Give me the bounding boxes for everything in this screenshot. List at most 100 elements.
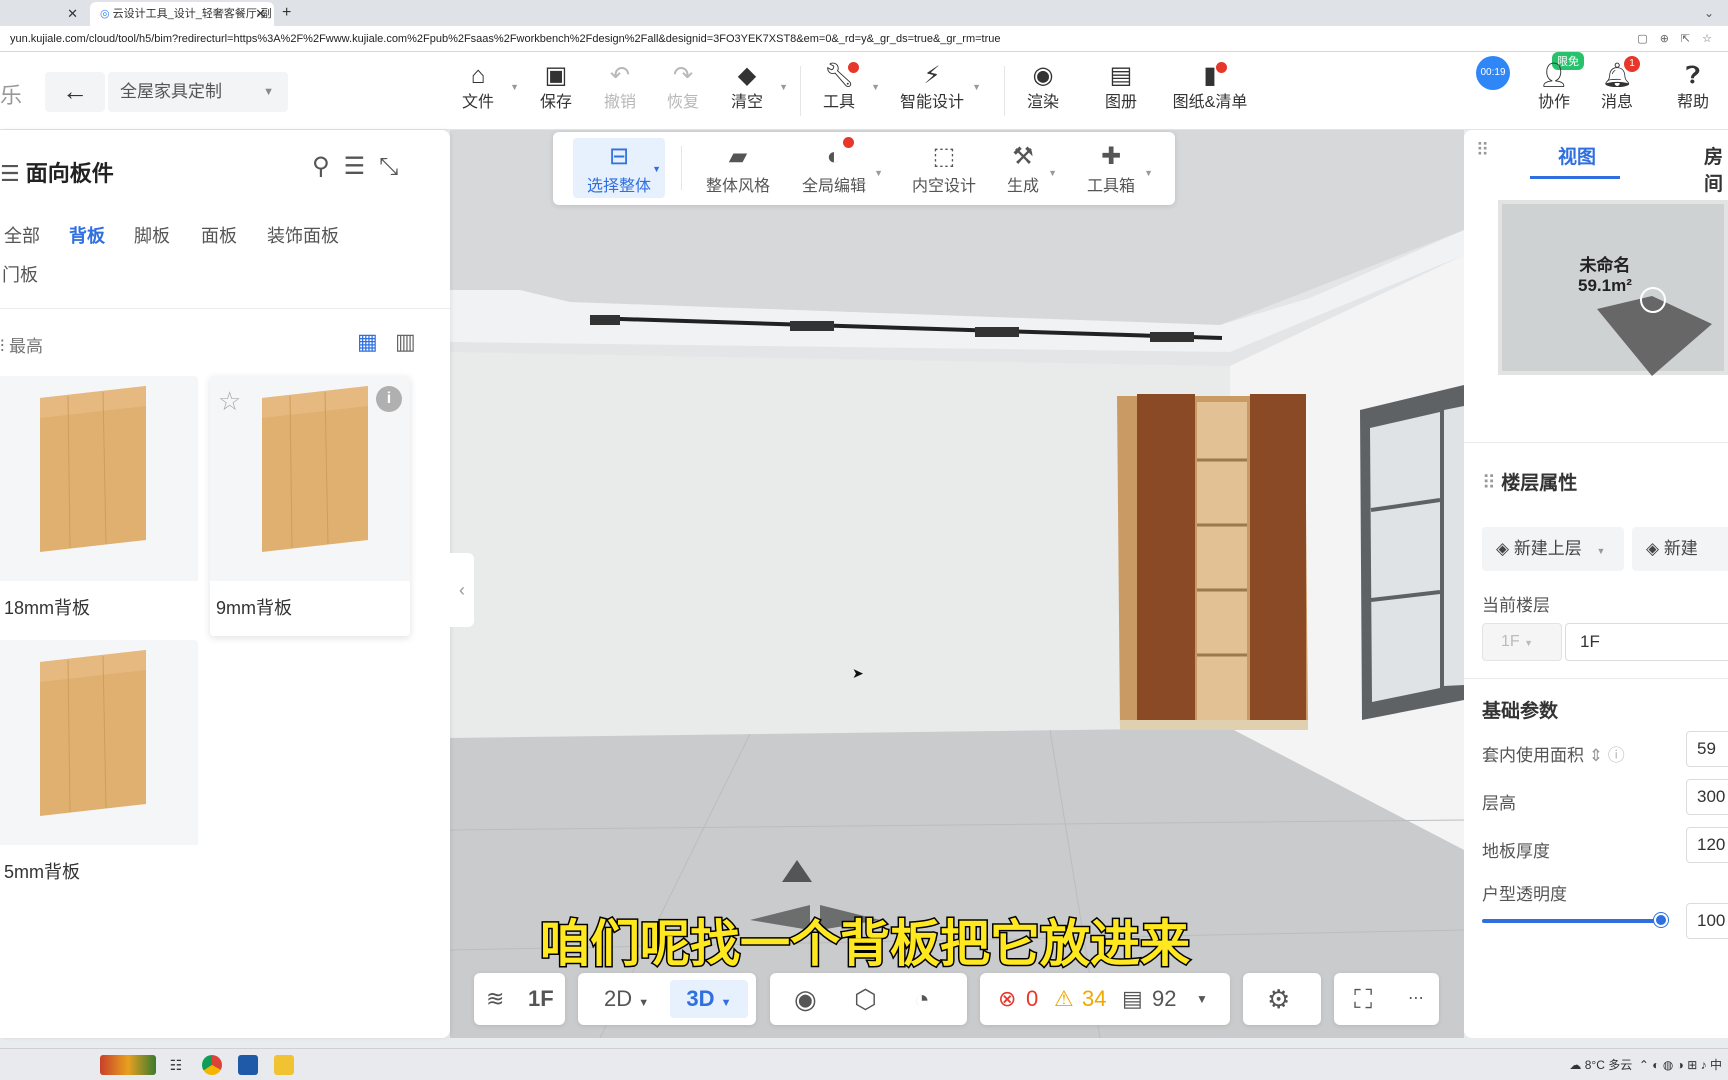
current-floor-label: 当前楼层: [1482, 596, 1550, 615]
browser-tab-2[interactable]: ◎ 云设计工具_设计_轻奢客餐厅-副 ✕: [90, 2, 274, 26]
address-bar[interactable]: yun.kujiale.com/cloud/tool/h5/bim?redire…: [0, 26, 1728, 52]
category-door-panel[interactable]: 门板: [2, 261, 38, 287]
tool-smart-design[interactable]: ⚡︎ 智能设计 ▼: [897, 60, 981, 124]
more-icon[interactable]: ⋯: [1408, 973, 1424, 1025]
tool-collaborate[interactable]: 👤︎ 协作: [1519, 60, 1589, 124]
tool-tools[interactable]: 🔧︎ 工具 ▼: [804, 60, 880, 124]
product-card[interactable]: ☆ i 9mm背板: [210, 376, 410, 636]
category-decor-panel[interactable]: 装饰面板: [267, 222, 339, 248]
category-foot-board[interactable]: 脚板: [134, 222, 170, 248]
close-icon[interactable]: ✕: [255, 2, 266, 26]
transparency-input[interactable]: 100: [1686, 903, 1728, 939]
tool-help[interactable]: ❓︎ 帮助: [1658, 60, 1728, 124]
caret-down-icon: ▼: [638, 997, 650, 1009]
chrome-icon[interactable]: [202, 1055, 222, 1075]
url-text[interactable]: yun.kujiale.com/cloud/tool/h5/bim?redire…: [10, 26, 1001, 52]
drag-handle-icon[interactable]: ⠿: [1476, 140, 1489, 161]
new-lower-floor-button[interactable]: ◈ 新建: [1632, 527, 1728, 571]
floor-select[interactable]: 1F ▼: [1482, 623, 1562, 661]
zoom-icon[interactable]: ⊕: [1660, 33, 1681, 45]
new-upper-floor-button[interactable]: ◈ 新建上层 ▼: [1482, 527, 1624, 571]
tool-messages[interactable]: 🔔︎ 消息: [1582, 60, 1652, 124]
category-face-panel[interactable]: 面板: [201, 222, 237, 248]
camera-indicator: [1597, 287, 1712, 376]
mode-3d-button[interactable]: 3D ▼: [670, 980, 748, 1018]
param-floor-thickness-input[interactable]: 120: [1686, 827, 1728, 863]
filter-icon[interactable]: ☰: [344, 153, 380, 180]
new-tab-icon[interactable]: +: [282, 2, 291, 24]
tab-room[interactable]: 房间: [1704, 142, 1728, 196]
tool-undo[interactable]: ↶ 撤销: [585, 60, 655, 124]
ft-inner-design[interactable]: ⬚ 内空设计: [909, 142, 979, 196]
crop-icon[interactable]: ⛶: [1354, 973, 1372, 1025]
back-button[interactable]: ←: [45, 72, 105, 112]
tool-redo[interactable]: ↷ 恢复: [648, 60, 718, 124]
tool-album[interactable]: ▤ 图册: [1086, 60, 1156, 124]
category-all[interactable]: 全部: [4, 222, 40, 248]
caret-down-icon: ▼: [779, 82, 788, 92]
tab-indicator: [1530, 176, 1620, 179]
browser-tab-1[interactable]: ✕: [0, 2, 86, 26]
floor-switcher[interactable]: ≋ 1F: [474, 973, 565, 1025]
ft-toolbox[interactable]: ✚ 工具箱 ▼: [1083, 142, 1153, 196]
param-area-input[interactable]: 59: [1686, 731, 1728, 767]
floor-name-input[interactable]: 1F: [1565, 623, 1728, 661]
check-status[interactable]: ⊗ 0 ⚠︎ 34 ▤ 92 ▼: [980, 973, 1230, 1025]
tray-icons[interactable]: ⌃ ◐ ◍ ◑ ⊞ ♪: [1639, 1058, 1707, 1072]
dragon-icon[interactable]: [100, 1055, 156, 1075]
share-icon[interactable]: ⇱: [1681, 33, 1702, 45]
tool-album-label: 图册: [1104, 94, 1137, 111]
app-icon[interactable]: [238, 1055, 258, 1075]
grid-view-icon[interactable]: ▦: [357, 330, 381, 354]
close-icon[interactable]: ✕: [67, 2, 78, 26]
eye-icon[interactable]: ◉: [794, 973, 817, 1025]
tool-save[interactable]: ▣ 保存: [521, 60, 591, 124]
tool-drawings[interactable]: ▮ 图纸&清单: [1172, 60, 1248, 124]
info-icon[interactable]: i: [376, 386, 402, 412]
bookmark-icon[interactable]: ☆: [1702, 33, 1724, 45]
category-back-panel[interactable]: 背板: [69, 222, 105, 248]
floor-props-title-text: 楼层属性: [1501, 473, 1578, 494]
info-icon[interactable]: ⓘ: [1608, 746, 1625, 765]
sort-label: 最高: [8, 337, 43, 356]
favorite-star-icon[interactable]: ☆: [218, 386, 241, 417]
sort-selector[interactable]: ⫶ 最高: [0, 332, 43, 357]
tool-render[interactable]: ◉ 渲染: [1008, 60, 1078, 124]
list-view-icon[interactable]: ▥: [395, 330, 419, 354]
settings-toggle[interactable]: ⚙: [1243, 973, 1321, 1025]
tab-view[interactable]: 视图: [1558, 142, 1596, 169]
search-icon[interactable]: ⚲: [312, 153, 344, 180]
install-icon[interactable]: ▢: [1637, 33, 1659, 45]
gauge-icon[interactable]: ◔: [914, 973, 930, 1025]
collapse-icon[interactable]: ⤡: [379, 153, 412, 180]
transparency-slider[interactable]: [1482, 919, 1660, 923]
product-card[interactable]: 18mm背板: [0, 376, 198, 636]
product-card[interactable]: 5mm背板: [0, 640, 198, 900]
ft-global-edit[interactable]: ◐ 全局编辑 ▼: [799, 137, 883, 196]
slider-knob[interactable]: [1654, 913, 1668, 927]
minimap[interactable]: 未命名 59.1m²: [1498, 200, 1728, 376]
ime-indicator[interactable]: 中: [1710, 1058, 1722, 1072]
tool-help-label: 帮助: [1676, 94, 1709, 111]
item-icon: ▤: [1122, 986, 1143, 1011]
layers-icon: ≋: [486, 986, 505, 1011]
ft-inner-design-label: 内空设计: [911, 178, 976, 195]
mode-2d-button[interactable]: 2D ▼: [604, 973, 649, 1029]
sort-updown-icon[interactable]: ⇕: [1589, 746, 1603, 765]
folder-icon[interactable]: [274, 1055, 294, 1075]
project-selector[interactable]: 全屋家具定制 ▼: [108, 72, 288, 112]
ft-select-whole[interactable]: ⊟ 选择整体 ▼: [573, 138, 665, 198]
taskview-icon[interactable]: ☷: [166, 1055, 186, 1075]
param-height-input[interactable]: 300: [1686, 779, 1728, 815]
3d-viewport[interactable]: ➤: [450, 130, 1464, 1038]
spotlight: [975, 327, 1019, 337]
ft-overall-style[interactable]: ▰ 整体风格: [703, 142, 773, 196]
panel-collapse-button[interactable]: ‹: [450, 553, 474, 627]
cube-icon[interactable]: ⬡: [854, 973, 877, 1025]
ft-generate[interactable]: ⚒ 生成 ▼: [1003, 142, 1057, 196]
tool-file[interactable]: ⌂ 文件 ▼: [443, 60, 519, 124]
tool-clear[interactable]: ◆ 清空 ▼: [712, 60, 788, 124]
chevron-left-icon: ‹: [459, 580, 465, 600]
camera-icon: ◉: [1032, 62, 1054, 89]
chevron-down-icon[interactable]: ⌄: [1704, 2, 1714, 24]
